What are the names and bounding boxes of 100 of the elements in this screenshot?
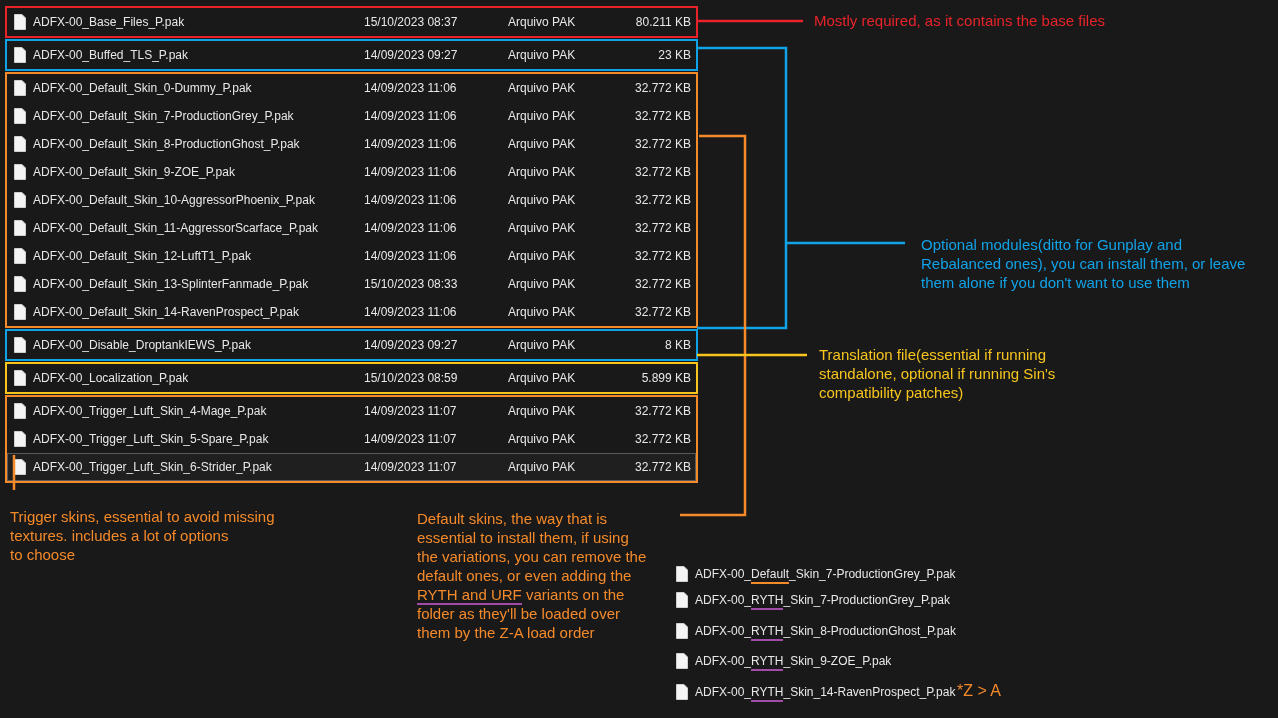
file-size: 32.772 KB: [633, 277, 692, 291]
file-size: 32.772 KB: [633, 137, 692, 151]
file-date: 15/10/2023 08:37: [364, 15, 459, 29]
file-name: ADFX-00_Disable_DroptankIEWS_P.pak: [33, 338, 252, 352]
file-name: ADFX-00_Trigger_Luft_Skin_5-Spare_P.pak: [33, 432, 270, 446]
file-type: Arquivo PAK: [508, 137, 577, 151]
file-date: 14/09/2023 11:06: [364, 137, 458, 151]
file-row[interactable]: ADFX-00_Default_Skin_11-AggressorScarface_P.pak 14/09/2023 11:06 Arquivo PAK 32.772 KB: [7, 214, 696, 242]
file-date: 14/09/2023 11:07: [364, 404, 458, 418]
file-size: 80.211 KB: [634, 15, 692, 29]
file-name: ADFX-00_Default_Skin_13-SplinterFanmade_P.pak: [33, 277, 310, 291]
file-size: 32.772 KB: [633, 165, 692, 179]
file-name: ADFX-00_Base_Files_P.pak: [33, 15, 186, 29]
file-size: 8 KB: [664, 338, 692, 352]
file-type: Arquivo PAK: [508, 81, 577, 95]
file-row[interactable]: ADFX-00_Disable_DroptankIEWS_P.pak 14/09/2023 09:27 Arquivo PAK 8 KB: [7, 331, 696, 359]
file-name: ADFX-00_Default_Skin_12-LuftT1_P.pak: [33, 249, 252, 263]
file-row[interactable]: ADFX-00_Default_Skin_9-ZOE_P.pak 14/09/2023 11:06 Arquivo PAK 32.772 KB: [7, 158, 696, 186]
annotation-text: Translation file(essential if running standalone, optional if running Sin's compatibility patches): [819, 345, 1056, 402]
file-icon: [14, 164, 26, 180]
file-row[interactable]: ADFX-00_Base_Files_P.pak 15/10/2023 08:37 Arquivo PAK 80.211 KB: [7, 8, 696, 36]
file-icon: [14, 108, 26, 124]
file-type: Arquivo PAK: [508, 277, 577, 291]
file-icon: [14, 192, 26, 208]
file-type: Arquivo PAK: [508, 15, 577, 29]
file-name: ADFX-00_RYTH_Skin_8-ProductionGhost_P.pak: [695, 624, 957, 638]
file-icon: [14, 14, 26, 30]
file-row[interactable]: ADFX-00_Localization_P.pak 15/10/2023 08:59 Arquivo PAK 5.899 KB: [7, 364, 696, 392]
file-icon: [676, 592, 688, 608]
file-icon: [14, 220, 26, 236]
file-icon: [14, 337, 26, 353]
file-date: 14/09/2023 11:06: [364, 193, 458, 207]
file-row[interactable]: ADFX-00_Default_Skin_14-RavenProspect_P.pak 14/09/2023 11:06 Arquivo PAK 32.772 KB: [7, 298, 696, 326]
file-icon: [676, 653, 688, 669]
annotation-text: Trigger skins, essential to avoid missing textures. includes a lot of options to choose: [10, 507, 275, 564]
file-type: Arquivo PAK: [508, 109, 577, 123]
file-size: 32.772 KB: [633, 221, 692, 235]
file-type: Arquivo PAK: [508, 404, 577, 418]
file-date: 14/09/2023 09:27: [364, 338, 459, 352]
file-name: ADFX-00_Buffed_TLS_P.pak: [33, 48, 189, 62]
file-name: ADFX-00_Default_Skin_7-ProductionGrey_P.pak: [695, 567, 956, 581]
file-date: 14/09/2023 11:06: [364, 81, 458, 95]
file-icon: [14, 248, 26, 264]
file-date: 14/09/2023 11:06: [364, 221, 458, 235]
file-date: 14/09/2023 11:07: [364, 460, 458, 474]
file-date: 14/09/2023 11:07: [364, 432, 458, 446]
file-row[interactable]: ADFX-00_Trigger_Luft_Skin_5-Spare_P.pak 14/09/2023 11:07 Arquivo PAK 32.772 KB: [7, 425, 696, 453]
file-size: 32.772 KB: [633, 305, 692, 319]
file-row[interactable]: ADFX-00_Default_Skin_0-Dummy_P.pak 14/09/2023 11:06 Arquivo PAK 32.772 KB: [7, 74, 696, 102]
file-date: 14/09/2023 11:06: [364, 249, 458, 263]
file-date: 14/09/2023 09:27: [364, 48, 459, 62]
file-icon: [676, 566, 688, 582]
file-row[interactable]: ADFX-00_Buffed_TLS_P.pak 14/09/2023 09:27 Arquivo PAK 23 KB: [7, 41, 696, 69]
file-type: Arquivo PAK: [508, 305, 577, 319]
file-size: 32.772 KB: [633, 460, 692, 474]
file-type: Arquivo PAK: [508, 371, 577, 385]
file-name: ADFX-00_Default_Skin_8-ProductionGhost_P.pak: [33, 137, 301, 151]
file-size: 32.772 KB: [633, 404, 692, 418]
file-type: Arquivo PAK: [508, 48, 577, 62]
file-name: ADFX-00_Localization_P.pak: [33, 371, 190, 385]
file-name: ADFX-00_RYTH_Skin_14-RavenProspect_P.pak: [695, 685, 956, 699]
file-name: ADFX-00_RYTH_Skin_9-ZOE_P.pak: [695, 654, 892, 668]
file-type: Arquivo PAK: [508, 338, 577, 352]
file-size: 32.772 KB: [633, 109, 692, 123]
file-type: Arquivo PAK: [508, 165, 577, 179]
file-row[interactable]: ADFX-00_Trigger_Luft_Skin_4-Mage_P.pak 14/09/2023 11:07 Arquivo PAK 32.772 KB: [7, 397, 696, 425]
file-name: ADFX-00_RYTH_Skin_7-ProductionGrey_P.pak: [695, 593, 951, 607]
file-name: ADFX-00_Default_Skin_0-Dummy_P.pak: [33, 81, 253, 95]
file-size: 32.772 KB: [633, 193, 692, 207]
file-icon: [14, 47, 26, 63]
file-row[interactable]: ADFX-00_Default_Skin_12-LuftT1_P.pak 14/09/2023 11:06 Arquivo PAK 32.772 KB: [7, 242, 696, 270]
file-icon: [14, 431, 26, 447]
file-row[interactable]: ADFX-00_Default_Skin_10-AggressorPhoenix_P.pak 14/09/2023 11:06 Arquivo PAK 32.772 KB: [7, 186, 696, 214]
file-name: ADFX-00_Default_Skin_10-AggressorPhoenix_P.pak: [33, 193, 316, 207]
file-type: Arquivo PAK: [508, 193, 577, 207]
file-row[interactable]: ADFX-00_Trigger_Luft_Skin_6-Strider_P.pak 14/09/2023 11:07 Arquivo PAK 32.772 KB: [7, 453, 696, 481]
file-type: Arquivo PAK: [508, 249, 577, 263]
file-icon: [14, 304, 26, 320]
file-size: 32.772 KB: [633, 432, 692, 446]
file-name: ADFX-00_Default_Skin_14-RavenProspect_P.pak: [33, 305, 300, 319]
file-size: 32.772 KB: [633, 81, 692, 95]
file-row[interactable]: ADFX-00_Default_Skin_8-ProductionGhost_P.pak 14/09/2023 11:06 Arquivo PAK 32.772 KB: [7, 130, 696, 158]
file-size: 5.899 KB: [640, 371, 692, 385]
file-icon: [14, 370, 26, 386]
file-row[interactable]: ADFX-00_Default_Skin_7-ProductionGrey_P.pak 14/09/2023 11:06 Arquivo PAK 32.772 KB: [7, 102, 696, 130]
file-icon: [676, 684, 688, 700]
file-icon: [14, 276, 26, 292]
file-icon: [14, 80, 26, 96]
file-icon: [14, 459, 26, 475]
file-row[interactable]: ADFX-00_Default_Skin_13-SplinterFanmade_P.pak 15/10/2023 08:33 Arquivo PAK 32.772 KB: [7, 270, 696, 298]
file-name: ADFX-00_Default_Skin_11-AggressorScarface_P.pak: [33, 221, 320, 235]
annotation-text: Optional modules(ditto for Gunplay and Rebalanced ones), you can install them, or leave them alone if you don't want to use them: [921, 235, 1246, 292]
file-name: ADFX-00_Default_Skin_7-ProductionGrey_P.pak: [33, 109, 295, 123]
file-size: 32.772 KB: [633, 249, 692, 263]
file-type: Arquivo PAK: [508, 432, 577, 446]
annotation-text: Default skins, the way that is essential to install them, if using the variations, you can remove the default ones, or even adding the RYTH and URF variants on the folder as they'll be loaded over them by the Z-A load order: [417, 509, 647, 642]
file-name: ADFX-00_Default_Skin_9-ZOE_P.pak: [33, 165, 236, 179]
file-date: 14/09/2023 11:06: [364, 109, 458, 123]
annotation-text: *Z > A: [957, 682, 1002, 700]
file-date: 15/10/2023 08:33: [364, 277, 459, 291]
